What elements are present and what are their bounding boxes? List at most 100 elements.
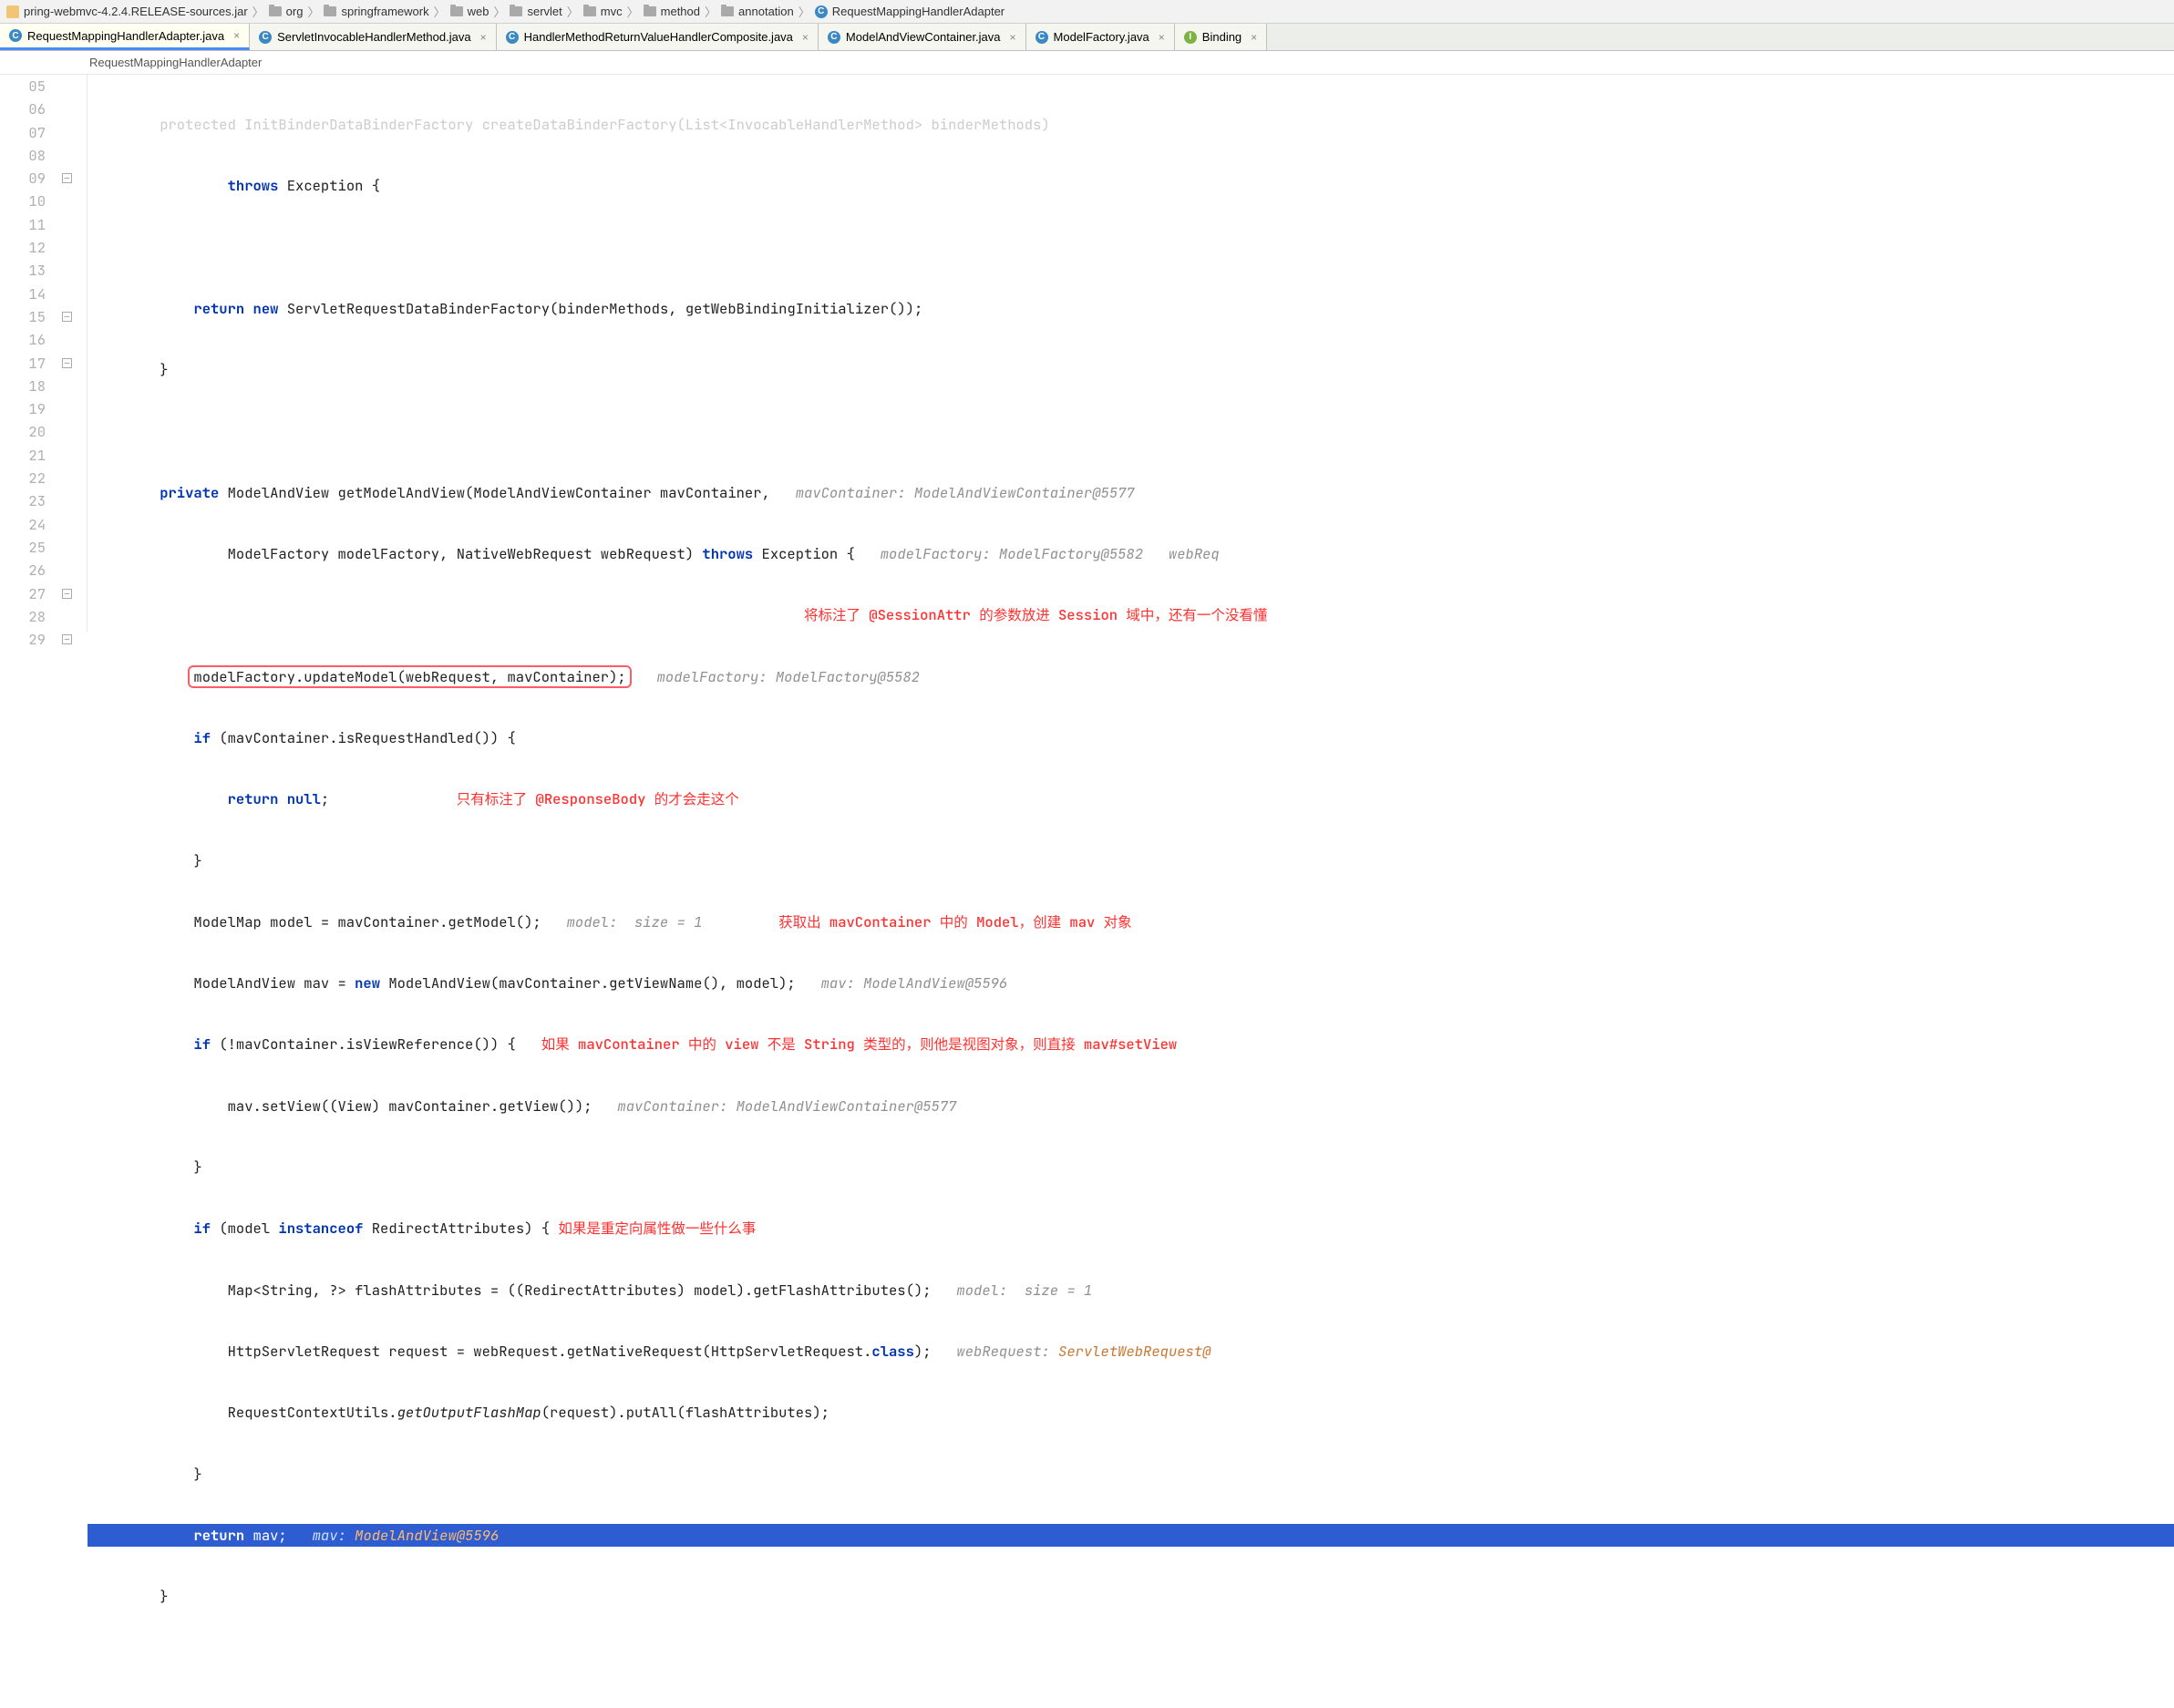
line-number: 24: [0, 513, 55, 536]
interface-icon: I: [1184, 31, 1197, 44]
code-line: RequestContextUtils.getOutputFlashMap(re…: [88, 1401, 2174, 1424]
code-line: ModelMap model = mavContainer.getModel()…: [88, 911, 2174, 933]
breadcrumb-item[interactable]: C RequestMappingHandlerAdapter: [812, 5, 1007, 18]
close-icon[interactable]: ×: [1251, 31, 1257, 44]
code-line: if (mavContainer.isRequestHandled()) {: [88, 726, 2174, 749]
code-editor[interactable]: 05060708091011@1213141516171819202122232…: [0, 75, 2174, 632]
tab-label: ServletInvocableHandlerMethod.java: [277, 30, 470, 44]
code-line: return new ServletRequestDataBinderFacto…: [88, 297, 2174, 320]
code-line: if (model instanceof RedirectAttributes)…: [88, 1217, 2174, 1240]
breadcrumb-label: method: [661, 5, 700, 18]
code-line: [88, 419, 2174, 442]
breadcrumb-item[interactable]: springframework: [321, 5, 431, 18]
line-number: 05: [0, 75, 55, 98]
folder-icon: [510, 6, 522, 16]
line-number: 27: [0, 582, 55, 605]
line-number: 09: [0, 167, 55, 190]
fold-column: —————: [55, 75, 88, 632]
editor-tab[interactable]: CHandlerMethodReturnValueHandlerComposit…: [497, 24, 819, 50]
line-number: 14: [0, 283, 55, 305]
code-line: }: [88, 358, 2174, 381]
breadcrumb-item[interactable]: servlet: [507, 5, 564, 18]
breadcrumb-label: pring-webmvc-4.2.4.RELEASE-sources.jar: [24, 5, 248, 18]
close-icon[interactable]: ×: [802, 31, 809, 44]
close-icon[interactable]: ×: [1010, 31, 1016, 44]
code-line: }: [88, 1156, 2174, 1178]
line-number: 20: [0, 420, 55, 443]
editor-tab[interactable]: C ServletInvocableHandlerMethod.java ×: [250, 24, 496, 50]
line-number: 08: [0, 144, 55, 167]
breadcrumb-separator: 〉: [567, 3, 579, 20]
editor-tab[interactable]: C ModelAndViewContainer.java ×: [819, 24, 1026, 50]
code-line: }: [88, 849, 2174, 872]
line-number: 22: [0, 467, 55, 489]
editor-tab[interactable]: CRequestMappingHandlerAdapter.java×: [0, 24, 250, 50]
context-bar: RequestMappingHandlerAdapter: [0, 51, 2174, 75]
breadcrumb-label: springframework: [341, 5, 428, 18]
breadcrumb-label: mvc: [601, 5, 623, 18]
line-number: 11@: [0, 213, 55, 236]
code-area[interactable]: protected InitBinderDataBinderFactory cr…: [88, 75, 2174, 632]
breadcrumb-separator: 〉: [627, 3, 639, 20]
line-number: 12: [0, 236, 55, 259]
code-line: protected InitBinderDataBinderFactory cr…: [88, 113, 2174, 136]
line-number: 17: [0, 352, 55, 375]
fold-toggle[interactable]: —: [62, 634, 72, 644]
breadcrumb-separator: 〉: [307, 3, 319, 20]
tab-label: ModelAndViewContainer.java: [846, 30, 1001, 44]
class-icon: C: [828, 31, 840, 44]
code-line: ModelAndView mav = new ModelAndView(mavC…: [88, 972, 2174, 994]
line-number: 26: [0, 559, 55, 581]
breadcrumb-separator: 〉: [252, 3, 264, 20]
breadcrumb-label: web: [468, 5, 489, 18]
jar-icon: [6, 5, 19, 18]
breadcrumb-separator: 〉: [799, 3, 810, 20]
breadcrumb-separator: 〉: [493, 3, 505, 20]
line-number: 19: [0, 397, 55, 420]
code-line: [88, 236, 2174, 259]
class-icon: C: [259, 31, 272, 44]
line-number: 23: [0, 489, 55, 512]
line-number: 07: [0, 121, 55, 144]
fold-toggle[interactable]: —: [62, 358, 72, 368]
editor-tab[interactable]: CModelFactory.java×: [1026, 24, 1175, 50]
code-line: throws Exception {: [88, 174, 2174, 197]
line-number: 18: [0, 375, 55, 397]
close-icon[interactable]: ×: [233, 29, 240, 42]
breadcrumb-item[interactable]: annotation: [718, 5, 797, 18]
code-line: return null; 只有标注了 @ResponseBody 的才会走这个: [88, 787, 2174, 810]
breadcrumb-item[interactable]: mvc: [581, 5, 625, 18]
line-gutter: 05060708091011@1213141516171819202122232…: [0, 75, 55, 632]
folder-icon: [721, 6, 734, 16]
class-icon: C: [815, 5, 828, 18]
close-icon[interactable]: ×: [1159, 31, 1165, 44]
fold-toggle[interactable]: —: [62, 312, 72, 322]
breadcrumb-label: RequestMappingHandlerAdapter: [832, 5, 1005, 18]
code-line: Map<String, ?> flashAttributes = ((Redir…: [88, 1279, 2174, 1302]
folder-icon: [644, 6, 656, 16]
folder-icon: [269, 6, 282, 16]
breadcrumb-label: servlet: [527, 5, 562, 18]
code-line: HttpServletRequest request = webRequest.…: [88, 1340, 2174, 1363]
current-line: return mav; mav: ModelAndView@5596: [88, 1524, 2174, 1547]
folder-icon: [450, 6, 463, 16]
breadcrumb-item[interactable]: web: [448, 5, 492, 18]
line-number: 10: [0, 190, 55, 212]
editor-tabs: CRequestMappingHandlerAdapter.java× C Serv…: [0, 24, 2174, 51]
fold-toggle[interactable]: —: [62, 589, 72, 599]
fold-toggle[interactable]: —: [62, 173, 72, 183]
line-number: 06: [0, 98, 55, 120]
editor-tab[interactable]: IBinding×: [1175, 24, 1267, 50]
code-line: }: [88, 1585, 2174, 1608]
code-line: modelFactory.updateModel(webRequest, mav…: [88, 665, 2174, 688]
code-line: }: [88, 1463, 2174, 1486]
highlighted-call: modelFactory.updateModel(webRequest, mav…: [188, 665, 631, 688]
code-line: private ModelAndView getModelAndView(Mod…: [88, 481, 2174, 504]
breadcrumb-item[interactable]: method: [641, 5, 703, 18]
breadcrumb-item[interactable]: pring-webmvc-4.2.4.RELEASE-sources.jar: [4, 5, 251, 18]
class-icon: C: [1035, 31, 1048, 44]
breadcrumb-item[interactable]: org: [266, 5, 306, 18]
close-icon[interactable]: ×: [480, 31, 487, 44]
code-line: ModelFactory modelFactory, NativeWebRequ…: [88, 542, 2174, 565]
line-number: 15: [0, 305, 55, 328]
